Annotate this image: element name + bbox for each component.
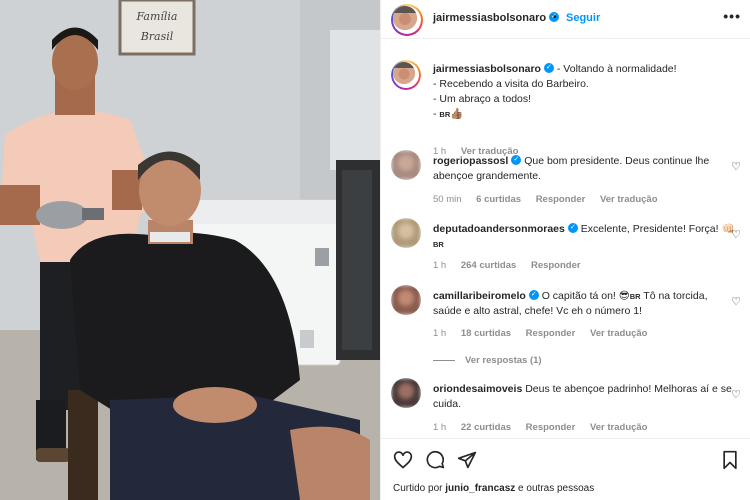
- bookmark-icon[interactable]: [721, 450, 739, 473]
- author-avatar[interactable]: [391, 4, 423, 36]
- comment-text-cont: Tô na torcida,: [640, 290, 708, 302]
- comment-text: Deus te abençoe padrinho! Melhoras aí e …: [525, 383, 732, 395]
- commenter-avatar[interactable]: [391, 378, 421, 408]
- comment-likes[interactable]: 264 curtidas: [461, 260, 516, 271]
- thumbs-up-emoji: 👍🏽: [450, 108, 464, 120]
- post-actions-bar: [381, 440, 750, 476]
- liked-by-text: Curtido por junio_francasz e outras pess…: [393, 483, 594, 494]
- replies-dash: [433, 359, 455, 361]
- liked-by-user[interactable]: junio_francasz: [445, 483, 515, 494]
- divider: [381, 438, 750, 439]
- comment-username[interactable]: oriondesaimoveis: [433, 383, 522, 395]
- reply-button[interactable]: Responder: [536, 194, 586, 205]
- liked-by-suffix: e outras pessoas: [515, 483, 595, 494]
- flag-br: BR: [433, 240, 444, 249]
- frame-text-1: Família: [136, 10, 178, 23]
- comment-text-2: saúde e alto astral, chefe! Vc eh o núme…: [433, 305, 642, 317]
- author-username-text[interactable]: jairmessiasbolsonaro: [433, 12, 546, 24]
- frame-text-2: Brasil: [140, 30, 174, 43]
- post-photo[interactable]: Família Brasil: [0, 0, 380, 500]
- comment-username[interactable]: rogeriopassosl: [433, 155, 508, 167]
- comment-like-icon[interactable]: ♡: [731, 388, 741, 401]
- commenter-avatar[interactable]: [391, 218, 421, 248]
- comment-like-icon[interactable]: ♡: [731, 160, 741, 173]
- author-username[interactable]: jairmessiasbolsonaro ✓: [433, 12, 560, 24]
- comment-text: O capitão tá on! 😎: [541, 290, 630, 302]
- more-options-icon[interactable]: •••: [723, 8, 741, 24]
- comment-time[interactable]: 50 min: [433, 194, 462, 205]
- comment-likes[interactable]: 18 curtidas: [461, 328, 511, 339]
- verified-icon: ✓: [543, 63, 554, 74]
- commenter-avatar[interactable]: [391, 285, 421, 315]
- caption-username[interactable]: jairmessiasbolsonaro: [433, 63, 541, 75]
- share-icon[interactable]: [457, 450, 477, 473]
- comment-time[interactable]: 1 h: [433, 422, 446, 433]
- view-replies-button[interactable]: Ver respostas (1): [433, 355, 542, 366]
- verified-icon: ✓: [567, 223, 578, 234]
- commenter-avatar[interactable]: [391, 150, 421, 180]
- comment-username[interactable]: camillaribeiromelo: [433, 290, 526, 302]
- caption-line-2: - Recebendo a visita do Barbeiro.: [433, 78, 589, 90]
- view-replies-label[interactable]: Ver respostas (1): [465, 355, 542, 366]
- comment-likes[interactable]: 22 curtidas: [461, 422, 511, 433]
- heart-icon[interactable]: [393, 450, 413, 473]
- post-header: jairmessiasbolsonaro ✓ • Seguir •••: [381, 0, 750, 38]
- comment-text-2: cuida.: [433, 398, 462, 410]
- comment-like-icon[interactable]: ♡: [731, 228, 741, 241]
- separator-dot: •: [553, 11, 557, 23]
- follow-button[interactable]: Seguir: [566, 12, 600, 24]
- reply-button[interactable]: Responder: [526, 328, 576, 339]
- reply-button[interactable]: Responder: [531, 260, 581, 271]
- divider: [381, 38, 750, 39]
- see-translation-link[interactable]: Ver tradução: [590, 328, 648, 339]
- caption-line-3: - Um abraço a todos!: [433, 93, 532, 105]
- liked-by-prefix: Curtido por: [393, 483, 446, 494]
- post-side-panel: jairmessiasbolsonaro ✓ • Seguir ••• jairm…: [380, 0, 750, 500]
- comment-text: Excelente, Presidente! Força! 👊🏻: [580, 223, 735, 235]
- comments-scroll-area[interactable]: jairmessiasbolsonaro ✓ - Voltando à norma…: [381, 40, 750, 438]
- flag-br: BR: [439, 110, 451, 119]
- comment-username[interactable]: deputadoandersonmoraes: [433, 223, 565, 235]
- see-translation-link[interactable]: Ver tradução: [590, 422, 648, 433]
- caption-avatar[interactable]: [391, 60, 421, 90]
- wall-frame: Família Brasil: [118, 0, 196, 56]
- comment-text: Que bom presidente. Deus continue lhe: [524, 155, 710, 167]
- flag-br: BR: [629, 292, 641, 301]
- verified-icon: ✓: [511, 155, 522, 166]
- comment-time[interactable]: 1 h: [433, 260, 446, 271]
- comment-time[interactable]: 1 h: [433, 328, 446, 339]
- comment-text-2: abençoe grandemente.: [433, 170, 541, 182]
- verified-icon: ✓: [528, 290, 539, 301]
- comment-like-icon[interactable]: ♡: [731, 295, 741, 308]
- see-translation-link[interactable]: Ver tradução: [600, 194, 658, 205]
- comment-icon[interactable]: [425, 450, 445, 473]
- caption-line-1: - Voltando à normalidade!: [556, 63, 677, 75]
- comment-likes[interactable]: 6 curtidas: [476, 194, 521, 205]
- reply-button[interactable]: Responder: [526, 422, 576, 433]
